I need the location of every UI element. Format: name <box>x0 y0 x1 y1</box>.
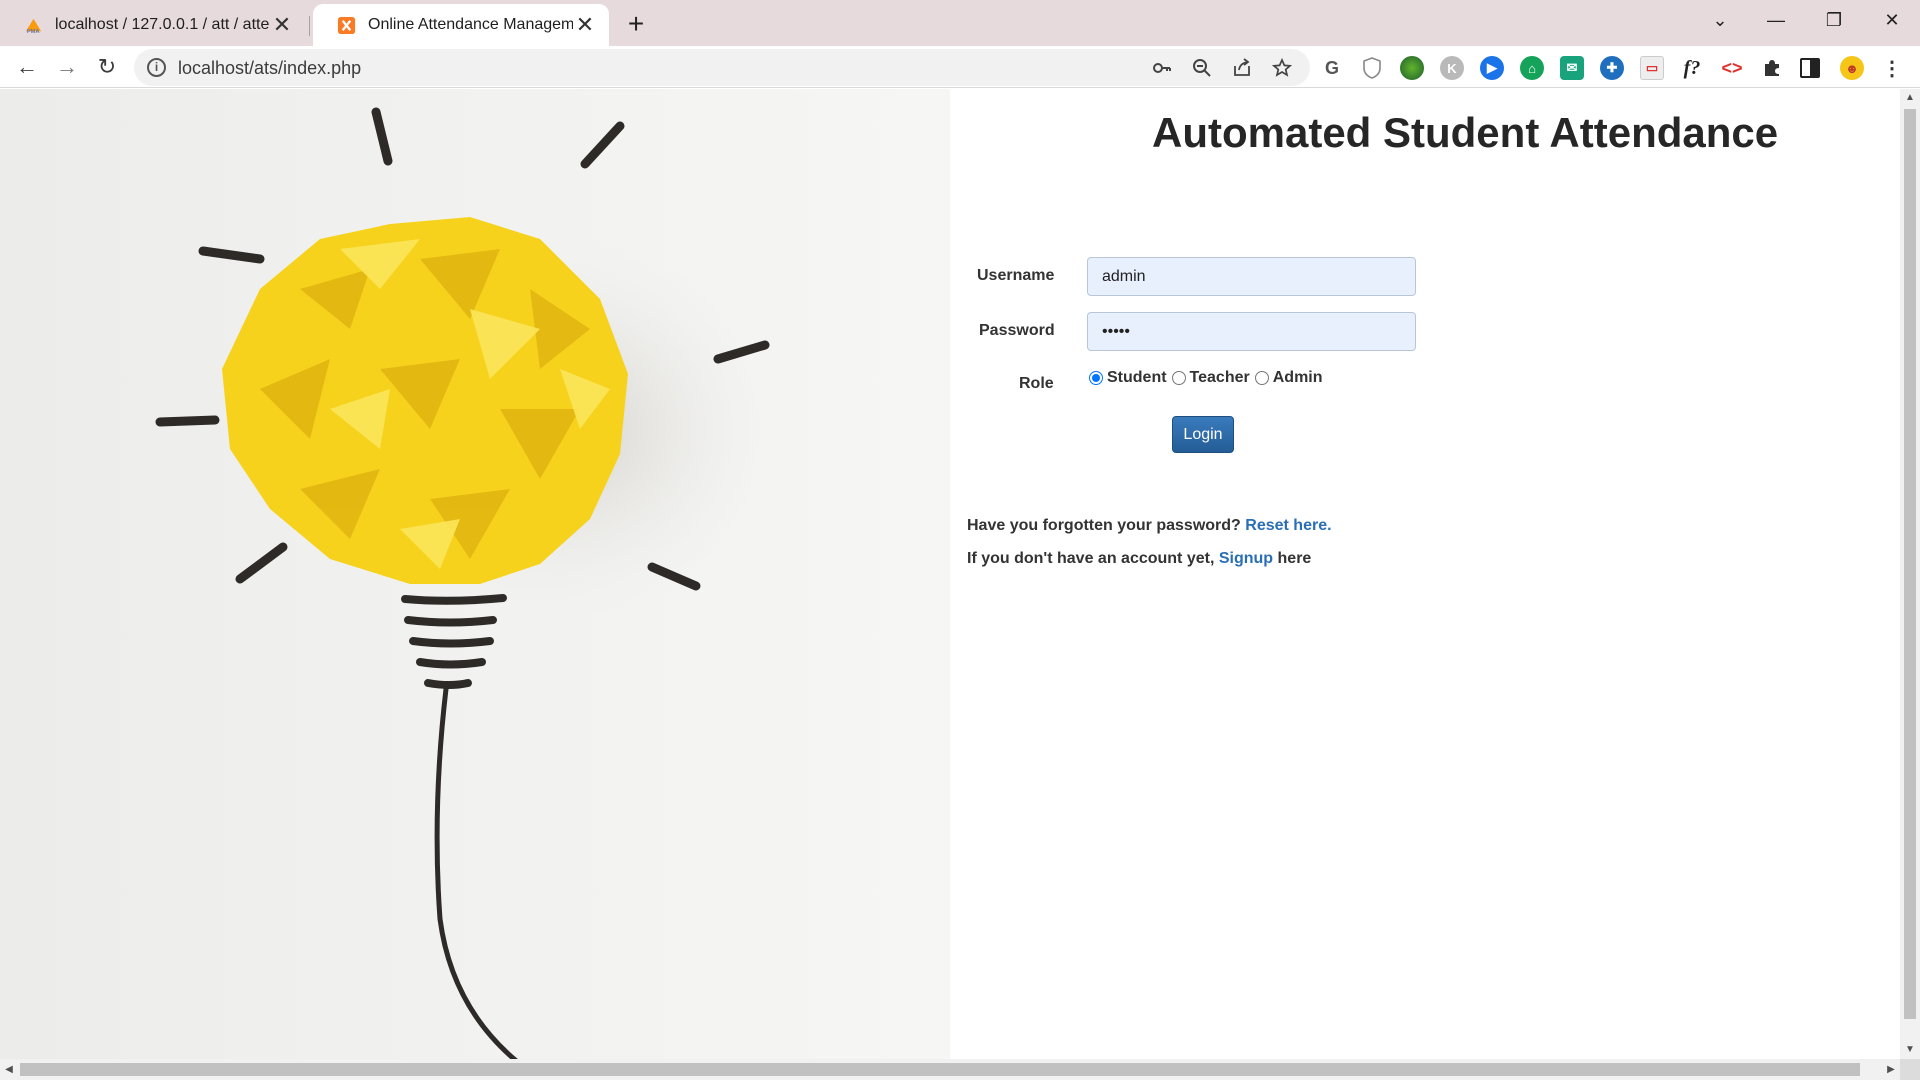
forgot-password-text: Have you forgotten your password? <box>967 517 1241 534</box>
svg-text:PMA: PMA <box>27 29 40 35</box>
student-radio[interactable] <box>1089 371 1103 385</box>
scrollbar-corner <box>1900 1059 1920 1080</box>
tab-separator <box>309 16 310 36</box>
profile-avatar-icon[interactable]: ☻ <box>1840 56 1864 80</box>
close-tab-icon[interactable]: ✕ <box>573 12 597 37</box>
bookmark-star-icon[interactable] <box>1269 55 1295 81</box>
vertical-scroll-thumb[interactable] <box>1904 109 1916 1019</box>
hero-lightbulb-image <box>0 89 950 1059</box>
teacher-radio-label[interactable]: Teacher <box>1190 369 1250 387</box>
shield-extension-icon[interactable] <box>1360 56 1384 80</box>
puzzle-ring-extension-icon[interactable]: ✚ <box>1600 56 1624 80</box>
signup-prefix-text: If you don't have an account yet, <box>967 550 1215 567</box>
url-text[interactable]: localhost/ats/index.php <box>178 58 361 79</box>
page-title: Automated Student Attendance <box>1152 109 1779 156</box>
zoom-icon[interactable] <box>1189 55 1215 81</box>
browser-toolbar: ← → ↻ i localhost/ats/index.php G K ▶ ⌂ … <box>0 46 1920 88</box>
scroll-right-arrow-icon[interactable]: ▶ <box>1882 1059 1900 1080</box>
minimize-button[interactable]: — <box>1748 0 1804 40</box>
reset-password-link[interactable]: Reset here. <box>1245 517 1331 534</box>
grammar-extension-icon[interactable]: G <box>1320 56 1344 80</box>
phpmyadmin-icon: PMA <box>25 18 42 35</box>
back-button[interactable]: ← <box>10 50 44 84</box>
admin-radio-label[interactable]: Admin <box>1273 369 1323 387</box>
page-viewport: Automated Student Attendance Username Pa… <box>0 89 1900 1059</box>
role-label: Role <box>1019 375 1054 392</box>
username-input[interactable] <box>1087 257 1416 296</box>
scroll-down-arrow-icon[interactable]: ▼ <box>1900 1041 1920 1059</box>
horizontal-scrollbar[interactable]: ◀ ▶ <box>0 1059 1900 1080</box>
password-label: Password <box>979 322 1055 339</box>
globe-extension-icon[interactable] <box>1400 56 1424 80</box>
admin-radio[interactable] <box>1254 371 1269 385</box>
signup-suffix-text: here <box>1277 550 1312 567</box>
close-tab-icon[interactable]: ✕ <box>270 12 294 37</box>
vertical-scrollbar[interactable]: ▲ ▼ <box>1900 89 1920 1059</box>
restore-button[interactable]: ❐ <box>1806 0 1862 40</box>
new-tab-button[interactable]: + <box>620 8 652 40</box>
play-extension-icon[interactable]: ▶ <box>1480 56 1504 80</box>
site-info-icon[interactable]: i <box>147 58 166 77</box>
font-extension-icon[interactable]: f? <box>1680 56 1704 80</box>
signup-note: If you don't have an account yet, Signup… <box>967 550 1311 568</box>
sidepanel-icon[interactable] <box>1800 58 1820 78</box>
teacher-radio[interactable] <box>1171 371 1186 385</box>
k-extension-icon[interactable]: K <box>1440 56 1464 80</box>
address-bar[interactable]: i localhost/ats/index.php <box>134 49 1310 86</box>
shopping-extension-icon[interactable]: ⌂ <box>1520 56 1544 80</box>
tab-title: localhost / 127.0.0.1 / att / attendance <box>55 16 270 33</box>
tab-attendance[interactable]: Online Attendance Management ✕ <box>313 4 609 46</box>
student-radio-label[interactable]: Student <box>1107 369 1167 387</box>
username-label: Username <box>977 267 1055 284</box>
close-window-button[interactable]: ✕ <box>1864 0 1920 40</box>
crumpled-paper-lightbulb-illustration <box>155 107 780 1059</box>
key-icon[interactable] <box>1149 55 1175 81</box>
tab-phpmyadmin[interactable]: PMA localhost / 127.0.0.1 / att / attend… <box>0 4 310 46</box>
scroll-up-arrow-icon[interactable]: ▲ <box>1900 89 1920 107</box>
signup-link[interactable]: Signup <box>1219 550 1273 567</box>
horizontal-scroll-thumb[interactable] <box>20 1063 1860 1076</box>
menu-kebab-icon[interactable]: ⋮ <box>1880 56 1904 80</box>
forward-button[interactable]: → <box>50 50 84 84</box>
mail-extension-icon[interactable]: ✉ <box>1560 56 1584 80</box>
role-radio-group: Student Teacher Admin <box>1087 369 1326 387</box>
forgot-password-note: Have you forgotten your password? Reset … <box>967 517 1332 535</box>
code-extension-icon[interactable]: <> <box>1720 56 1744 80</box>
scroll-left-arrow-icon[interactable]: ◀ <box>0 1059 18 1080</box>
calendar-extension-icon[interactable]: ▭ <box>1640 56 1664 80</box>
share-icon[interactable] <box>1229 55 1255 81</box>
login-button[interactable]: Login <box>1172 416 1234 453</box>
tab-strip: PMA localhost / 127.0.0.1 / att / attend… <box>0 0 1920 46</box>
xampp-icon <box>337 16 356 34</box>
password-input[interactable] <box>1087 312 1416 351</box>
tab-title: Online Attendance Management <box>368 16 573 33</box>
reload-button[interactable]: ↻ <box>90 50 124 84</box>
tab-search-chevron-icon[interactable]: ⌄ <box>1692 0 1748 40</box>
extensions-puzzle-icon[interactable] <box>1760 56 1784 80</box>
